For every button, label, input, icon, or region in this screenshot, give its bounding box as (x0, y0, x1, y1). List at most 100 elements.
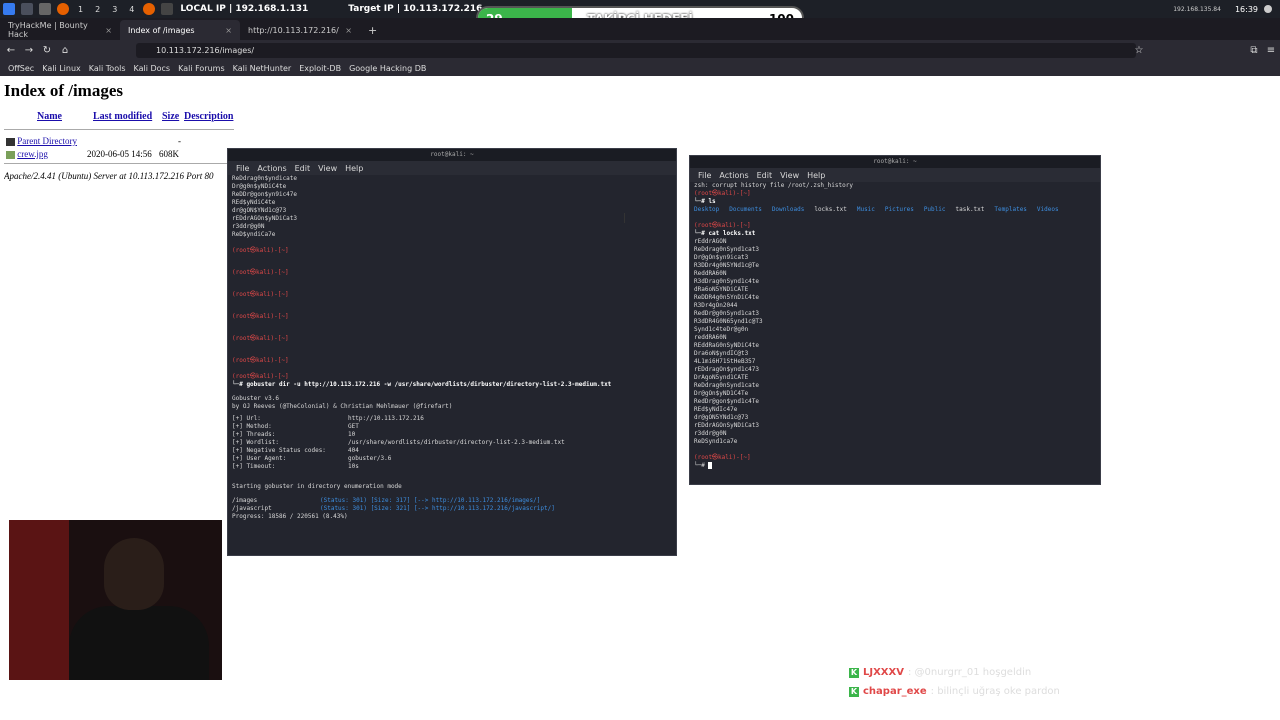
close-icon[interactable]: × (345, 26, 352, 35)
menu-icon[interactable]: ≡ (1262, 45, 1280, 56)
tab-index-images[interactable]: Index of /images × (120, 20, 240, 40)
menu-actions[interactable]: Actions (257, 164, 286, 173)
directory-entry: Music (856, 206, 875, 213)
menu-actions[interactable]: Actions (719, 171, 748, 180)
workspace-4[interactable]: 4 (129, 5, 134, 14)
back-icon[interactable]: ← (2, 45, 20, 56)
wordlist-line: REddRaG0nSyNDiC4te (694, 342, 760, 349)
close-icon[interactable]: × (225, 26, 232, 35)
menu-file[interactable]: File (236, 164, 249, 173)
close-icon[interactable]: × (105, 26, 112, 35)
terminal-left[interactable]: root@kali: ~ File Actions Edit View Help… (227, 148, 677, 556)
home-icon[interactable]: ⌂ (56, 45, 74, 56)
menu-view[interactable]: View (780, 171, 799, 180)
column-last-modified[interactable]: Last modified (93, 111, 152, 122)
bookmark-google-hacking-db[interactable]: Google Hacking DB (349, 64, 426, 73)
bookmark-kali-linux[interactable]: Kali Linux (42, 64, 81, 73)
shell-prompt: (root㉿kali)-[~] (694, 454, 751, 461)
shell-prompt: (root㉿kali)-[~] (232, 313, 289, 320)
config-value: gobuster/3.6 (348, 455, 392, 462)
menu-view[interactable]: View (318, 164, 337, 173)
wordlist-line: Dr@gOn$yn9icat3 (694, 254, 749, 261)
shell-prompt: (root㉿kali)-[~] (232, 373, 289, 380)
power-icon[interactable] (1264, 5, 1272, 13)
crew-jpg-link[interactable]: crew.jpg (17, 149, 48, 159)
wordlist-line: ReDdrag0nSynd1cate (694, 382, 760, 389)
column-description[interactable]: Description (184, 111, 233, 122)
bookmark-kali-nethunter[interactable]: Kali NetHunter (233, 64, 292, 73)
bookmark-kali-tools[interactable]: Kali Tools (89, 64, 126, 73)
terminal-cursor: └─# (694, 462, 1100, 470)
menu-file[interactable]: File (698, 171, 711, 180)
shell-prompt: (root㉿kali)-[~] (232, 335, 289, 342)
wordlist-line: RedDr@gon$ynd1c4Te (694, 398, 760, 405)
terminal-title: root@kali: ~ (690, 156, 1100, 168)
parent-directory-link[interactable]: Parent Directory (17, 136, 77, 146)
wordlist-line: DrAgoN5ynd1CATE (694, 374, 749, 381)
config-value: 404 (348, 447, 359, 454)
wordlist-line: REd$yNdIc47e (694, 406, 738, 413)
clock[interactable]: 16:39 (1235, 5, 1258, 14)
tab-target-root[interactable]: http://10.113.172.216/ × (240, 20, 360, 40)
directory-index-page: Index of /images Name Last modified Size… (4, 80, 234, 181)
workspace-1[interactable]: 1 (78, 5, 83, 14)
terminal-right[interactable]: root@kali: ~ File Actions Edit View Help… (689, 155, 1101, 485)
bookmark-kali-forums[interactable]: Kali Forums (178, 64, 225, 73)
bookmark-offsec[interactable]: OffSec (8, 64, 34, 73)
config-line: [+] User Agent: gobuster/3.6 (232, 455, 676, 463)
result-line: /images (Status: 301) [Size: 317] [--> ht… (232, 497, 676, 505)
config-key: [+] User Agent: (232, 455, 287, 462)
wordlist-line: Dra6oN$yndIC@t3 (694, 350, 749, 357)
menu-help[interactable]: Help (345, 164, 363, 173)
output-line: ReDDr@gon$yn9ic47e (232, 191, 298, 198)
forward-icon[interactable]: → (20, 45, 38, 56)
menu-edit[interactable]: Edit (295, 164, 311, 173)
kali-menu-icon[interactable] (3, 3, 15, 15)
tab-label: TryHackMe | Bounty Hack (8, 21, 88, 39)
output-line: r3ddr@g0N (232, 223, 265, 230)
shell-prompt: (root㉿kali)-[~] (232, 269, 289, 276)
new-tab-icon[interactable]: + (368, 24, 377, 37)
chat-message: K chapar_exe : bilinçli uğraş oke pardon (849, 686, 1060, 697)
terminal-icon[interactable] (21, 3, 33, 15)
column-size[interactable]: Size (162, 111, 179, 122)
extensions-icon[interactable]: ⧉ (1245, 45, 1263, 56)
tab-label: http://10.113.172.216/ (248, 25, 339, 35)
tab-tryhackme[interactable]: TryHackMe | Bounty Hack × (0, 20, 120, 40)
vpn-ip-label: 192.168.135.84 (1173, 5, 1221, 13)
menu-help[interactable]: Help (807, 171, 825, 180)
output-line: Dr@g0n$yNDiC4te (232, 183, 287, 190)
wordlist-line: reddRA60N (694, 334, 727, 341)
firefox-window-icon[interactable] (143, 3, 156, 15)
output-line: ReDdrag0n$yndicate (232, 175, 298, 182)
row-size: - (178, 136, 181, 146)
url-bar[interactable]: 10.113.172.216/images/ (136, 43, 1136, 58)
directory-entry: Templates (994, 206, 1027, 213)
shell-prompt: (root㉿kali)-[~] (694, 190, 751, 197)
directory-entry: Desktop (694, 206, 720, 213)
terminal-window-icon[interactable] (161, 3, 174, 15)
config-key: [+] Negative Status codes: (232, 447, 326, 454)
wordlist-line: R3DDr4g0N5YNd1c@Te (694, 262, 760, 269)
firefox-icon[interactable] (57, 3, 69, 15)
menu-edit[interactable]: Edit (757, 171, 773, 180)
workspace-2[interactable]: 2 (95, 5, 100, 14)
result-status: (Status: 301) [Size: 321] [--> http://10… (320, 505, 555, 512)
wordlist-line: ReDdrag0nSynd1cat3 (694, 246, 760, 253)
column-name[interactable]: Name (37, 111, 62, 122)
kick-icon: K (849, 667, 859, 678)
workspace-3[interactable]: 3 (112, 5, 117, 14)
bookmark-star-icon[interactable]: ☆ (1130, 45, 1148, 56)
terminal-output: ReDdrag0n$yndicate Dr@g0n$yNDiC4te ReDDr@g… (228, 175, 676, 521)
bookmark-kali-docs[interactable]: Kali Docs (133, 64, 170, 73)
wordlist-line: rEDdragOn$ynd1c473 (694, 366, 760, 373)
reload-icon[interactable]: ↻ (38, 45, 56, 56)
divider (4, 163, 234, 164)
files-icon[interactable] (39, 3, 51, 15)
command-line: └─# gobuster dir -u http://10.113.172.21… (232, 381, 612, 388)
bookmark-exploit-db[interactable]: Exploit-DB (299, 64, 341, 73)
result-path: /javascript (232, 505, 272, 512)
